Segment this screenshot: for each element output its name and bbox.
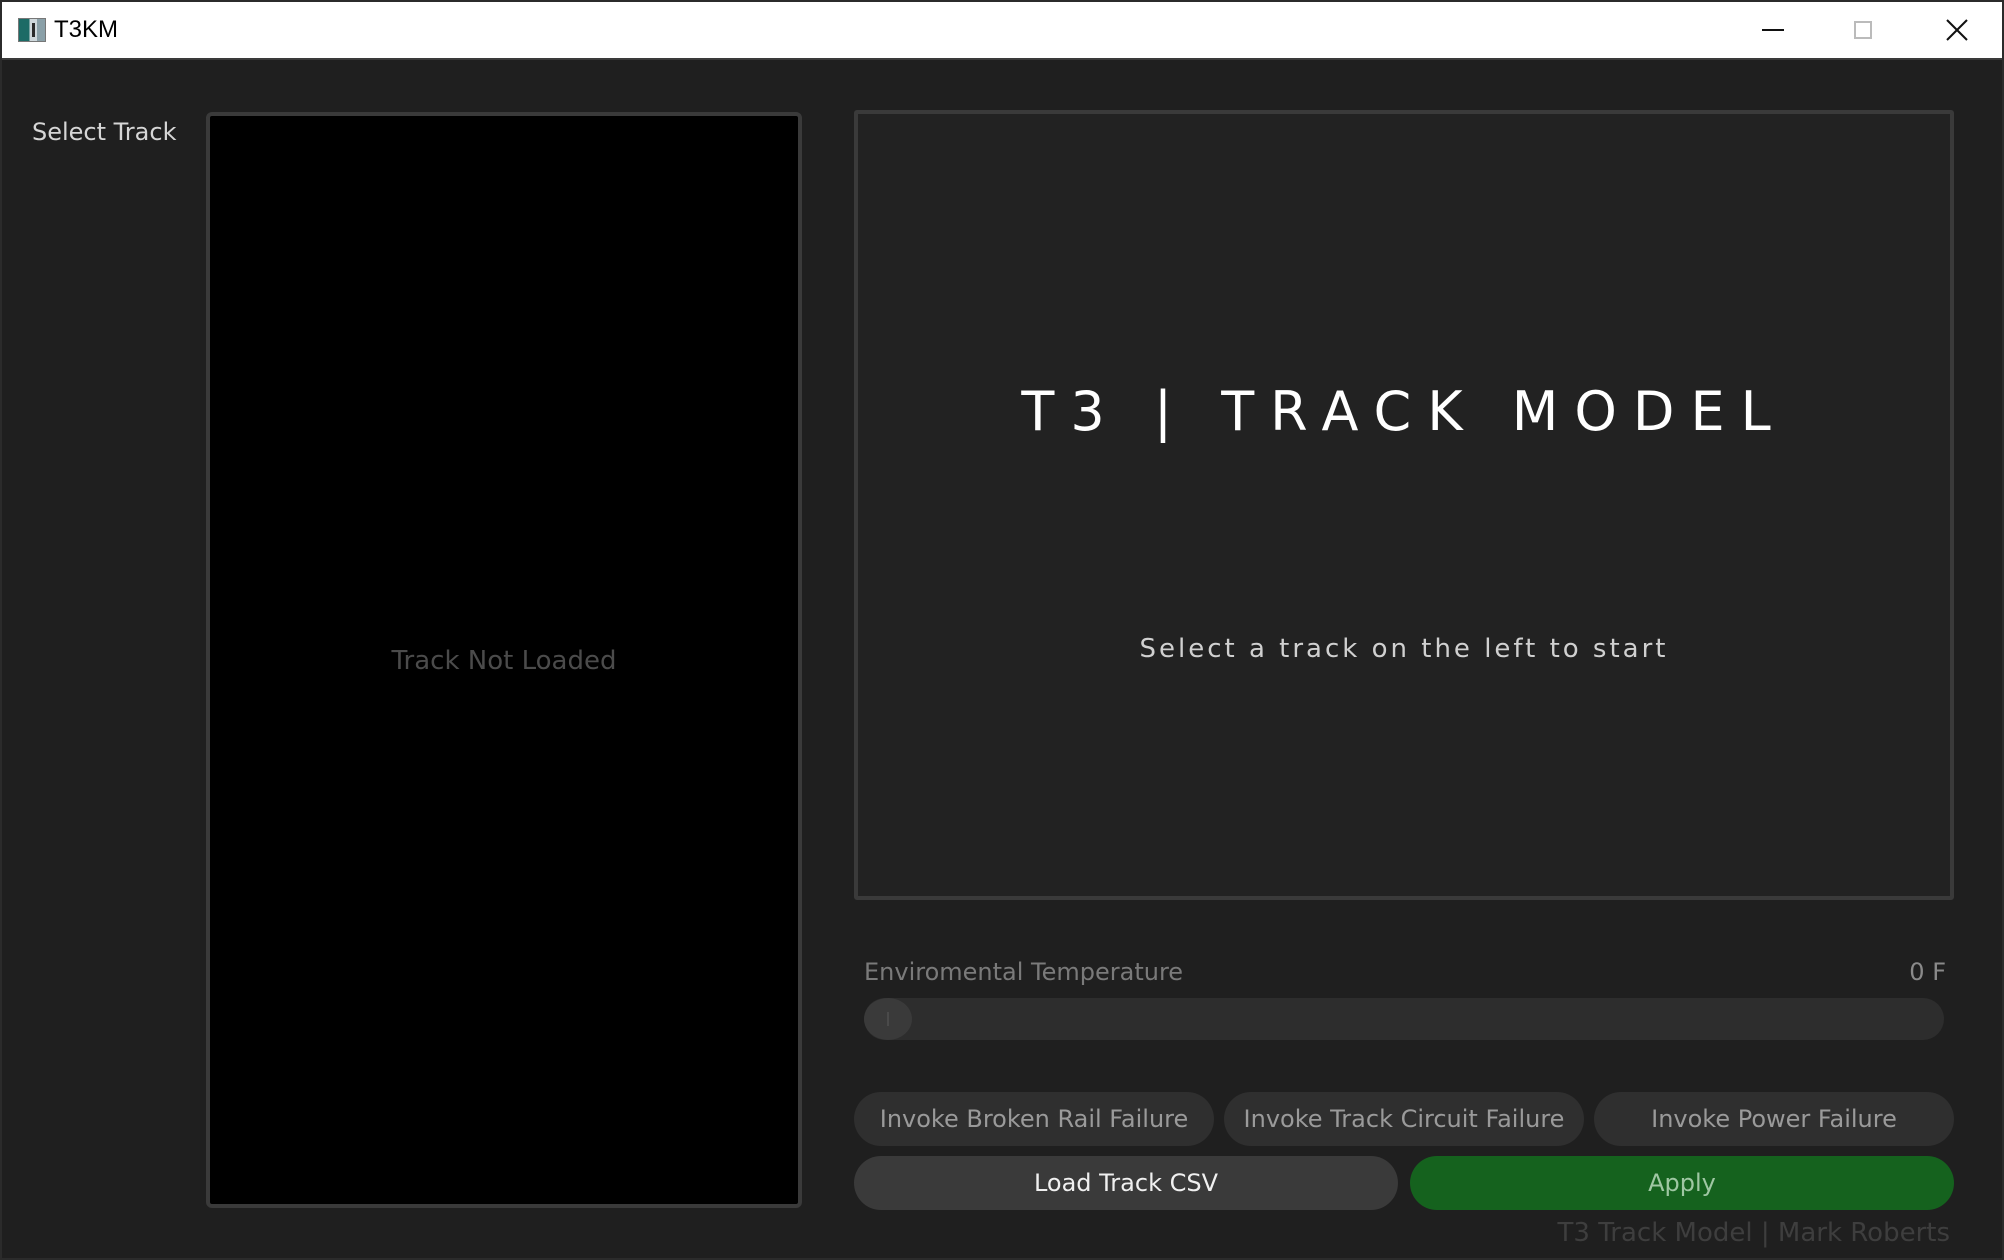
temperature-value: 0 F (1909, 958, 1946, 986)
temperature-slider[interactable] (864, 998, 1944, 1040)
footer-credit: T3 Track Model | Mark Roberts (1557, 1218, 1950, 1248)
app-icon (18, 18, 46, 42)
app-window: T3KM Select Track Track Not Loaded T3 | … (0, 0, 2004, 1260)
start-hint: Select a track on the left to start (1139, 634, 1669, 664)
load-track-csv-button[interactable]: Load Track CSV (854, 1156, 1398, 1210)
brand-title: T3 | TRACK MODEL (1021, 380, 1787, 443)
apply-button[interactable]: Apply (1410, 1156, 1954, 1210)
select-track-label: Select Track (32, 118, 177, 146)
temperature-label: Enviromental Temperature (864, 958, 1184, 986)
close-button[interactable] (1912, 2, 2002, 58)
invoke-track-circuit-failure-button[interactable]: Invoke Track Circuit Failure (1224, 1092, 1584, 1146)
track-list-panel[interactable]: Track Not Loaded (206, 112, 802, 1208)
slider-thumb-grip (887, 1012, 889, 1026)
temperature-slider-thumb[interactable] (864, 998, 912, 1040)
invoke-power-failure-button[interactable]: Invoke Power Failure (1594, 1092, 1954, 1146)
maximize-button[interactable] (1818, 2, 1908, 58)
invoke-broken-rail-failure-button[interactable]: Invoke Broken Rail Failure (854, 1092, 1214, 1146)
minimize-icon (1762, 29, 1784, 31)
minimize-button[interactable] (1728, 2, 1818, 58)
close-icon (1946, 19, 1968, 41)
window-title: T3KM (54, 16, 119, 43)
main-display-panel: T3 | TRACK MODEL Select a track on the l… (854, 110, 1954, 900)
title-bar[interactable]: T3KM (2, 2, 2002, 60)
track-not-loaded-text: Track Not Loaded (391, 646, 617, 676)
maximize-icon (1854, 21, 1872, 39)
